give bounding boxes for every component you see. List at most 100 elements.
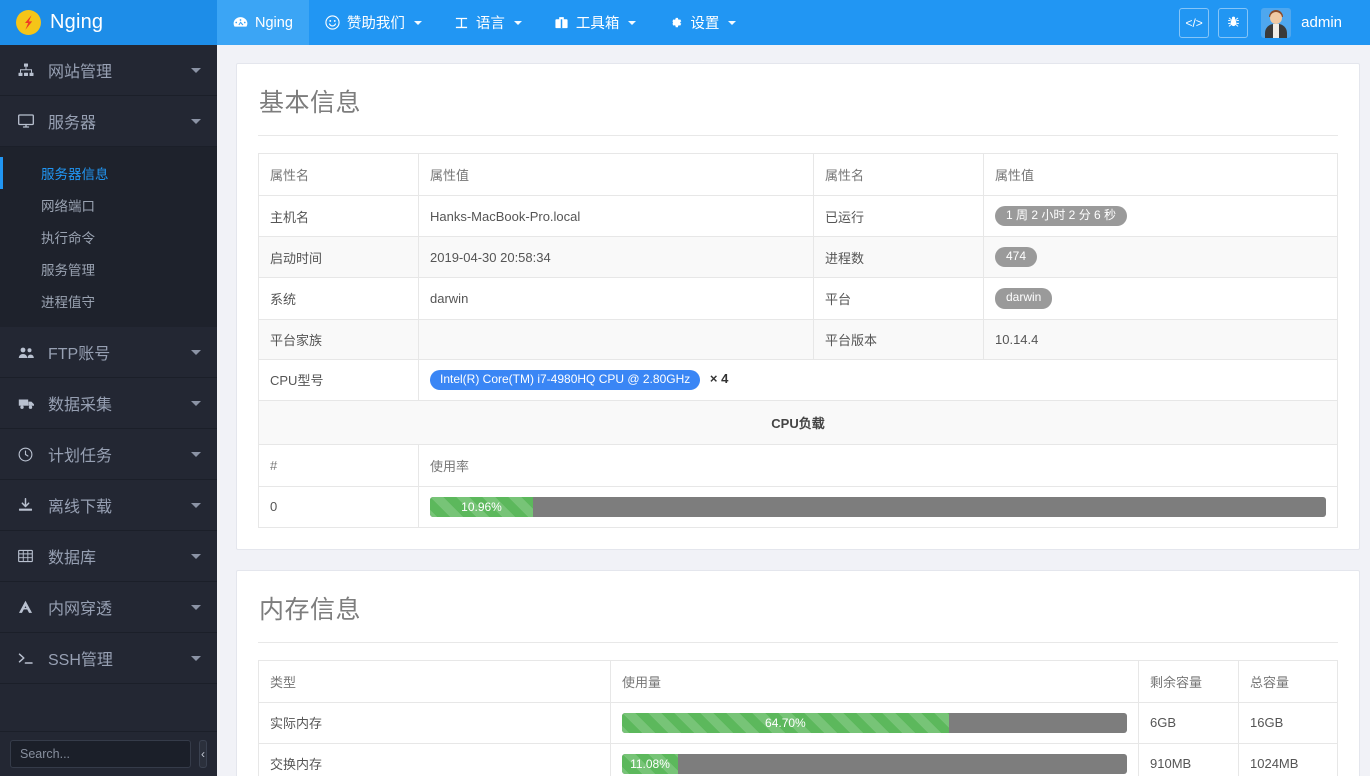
basic-info-table: 属性名 属性值 属性名 属性值 主机名 Hanks-MacBook-Pro.lo… <box>258 153 1338 528</box>
cell-key: 系统 <box>258 277 419 320</box>
table-header-row: 属性名 属性值 属性名 属性值 <box>258 153 1338 196</box>
sidebar-subitem-label: 服务管理 <box>41 263 95 278</box>
chevron-down-icon <box>191 118 201 124</box>
nav-item-language[interactable]: 语言 <box>438 0 538 45</box>
cpu-model-badge: Intel(R) Core(TM) i7-4980HQ CPU @ 2.80GH… <box>430 369 701 390</box>
code-view-button[interactable]: </> <box>1179 7 1210 38</box>
sidebar-item-label: 离线下载 <box>48 499 113 516</box>
table-icon <box>18 549 40 563</box>
sidebar-item-label: SSH管理 <box>48 652 113 669</box>
sidebar-scroll: 网站管理 服务器 服务器信息 网络端口 执行命令 服务管理 进程值守 FTP账号… <box>0 45 217 731</box>
desktop-icon <box>18 114 40 128</box>
table-header-row: 类型 使用量 剩余容量 总容量 <box>258 659 1338 703</box>
cpu-usage-cell: 10.96% <box>418 485 1338 528</box>
process-count-badge: 474 <box>995 247 1038 268</box>
code-icon: </> <box>1185 15 1203 30</box>
col-mem-type: 类型 <box>258 659 611 703</box>
sidebar-item-data-collection[interactable]: 数据采集 <box>0 378 217 429</box>
sidebar-item-offline-download[interactable]: 离线下载 <box>0 480 217 531</box>
user-name: admin <box>1301 14 1342 31</box>
sidebar-subitem-process-watch[interactable]: 进程值守 <box>0 285 217 317</box>
sidebar-submenu-server: 服务器信息 网络端口 执行命令 服务管理 进程值守 <box>0 147 217 327</box>
chevron-down-icon <box>191 400 201 406</box>
sidebar-item-ftp-account[interactable]: FTP账号 <box>0 327 217 378</box>
platform-badge: darwin <box>995 288 1053 309</box>
sidebar-subitem-label: 执行命令 <box>41 231 95 246</box>
chevron-left-icon: ‹ <box>201 747 205 761</box>
sidebar-item-label: 计划任务 <box>48 448 113 465</box>
chevron-down-icon <box>191 451 201 457</box>
chevron-down-icon <box>191 67 201 73</box>
table-row: 主机名 Hanks-MacBook-Pro.local 已运行 1 周 2 小时… <box>258 194 1338 238</box>
brand-logo-area[interactable]: Nging <box>0 0 217 45</box>
nav-item-toolbox[interactable]: 工具箱 <box>538 0 653 45</box>
col-attr-name-1: 属性名 <box>258 153 419 196</box>
smiley-icon <box>325 15 340 30</box>
col-mem-total: 总容量 <box>1238 659 1338 703</box>
memory-usage-percent: 64.70% <box>765 715 806 730</box>
mem-usage-cell: 64.70% <box>610 701 1139 744</box>
sidebar-item-website-management[interactable]: 网站管理 <box>0 45 217 96</box>
nav-item-label: 语言 <box>475 16 505 32</box>
nav-item-label: 设置 <box>690 16 720 32</box>
sidebar-subitem-network-ports[interactable]: 网络端口 <box>0 189 217 221</box>
cell-value: 1 周 2 小时 2 分 6 秒 <box>983 194 1338 238</box>
memory-usage-progressbar-fill: 64.70% <box>622 712 949 733</box>
terminal-icon <box>18 652 40 665</box>
sidebar-item-scheduled-tasks[interactable]: 计划任务 <box>0 429 217 480</box>
sidebar-subitem-service-management[interactable]: 服务管理 <box>0 253 217 285</box>
memory-info-table: 类型 使用量 剩余容量 总容量 实际内存 64.70% 6GB 16GB 交换内… <box>258 659 1338 776</box>
chevron-down-icon <box>728 20 737 25</box>
download-icon <box>18 498 40 512</box>
nav-item-settings[interactable]: 设置 <box>652 0 752 45</box>
table-row: 系统 darwin 平台 darwin <box>258 277 1338 320</box>
table-row: 交换内存 11.08% 910MB 1024MB <box>258 742 1338 776</box>
truck-icon <box>18 397 40 410</box>
panel-memory-info: 内存信息 类型 使用量 剩余容量 总容量 实际内存 64.70% 6GB 16G… <box>236 569 1360 776</box>
sidebar-item-intranet-tunnel[interactable]: 内网穿透 <box>0 582 217 633</box>
nav-item-label: 工具箱 <box>575 16 620 32</box>
sidebar-item-label: 内网穿透 <box>48 601 113 618</box>
mem-total: 16GB <box>1238 701 1338 744</box>
cell-key: 平台版本 <box>813 318 984 360</box>
sidebar-subitem-label: 网络端口 <box>41 199 95 214</box>
bug-icon <box>1227 15 1240 31</box>
sidebar-subitem-label: 进程值守 <box>41 295 95 310</box>
main-content: 基本信息 属性名 属性值 属性名 属性值 主机名 Hanks-MacBook-P… <box>217 45 1370 776</box>
sidebar-subitem-exec-command[interactable]: 执行命令 <box>0 221 217 253</box>
col-cpu-index: # <box>258 443 419 487</box>
col-cpu-usage: 使用率 <box>418 443 1338 487</box>
cpu-load-title: CPU负载 <box>258 399 1338 445</box>
sidebar-item-server[interactable]: 服务器 <box>0 96 217 147</box>
sidebar-item-database[interactable]: 数据库 <box>0 531 217 582</box>
swap-usage-percent: 11.08% <box>630 756 670 771</box>
toolbox-icon <box>554 16 569 30</box>
sidebar-item-ssh-management[interactable]: SSH管理 <box>0 633 217 684</box>
cell-value: darwin <box>418 277 814 320</box>
user-menu[interactable]: admin <box>1261 7 1352 38</box>
cell-value: darwin <box>983 277 1338 320</box>
nav-item-label: Nging <box>255 14 293 31</box>
col-mem-free: 剩余容量 <box>1138 659 1239 703</box>
nav-item-nging[interactable]: Nging <box>217 0 309 45</box>
debug-button[interactable] <box>1218 7 1249 38</box>
brand-name: Nging <box>50 11 104 33</box>
sidebar-item-label: 数据采集 <box>48 397 113 414</box>
sidebar-subitem-label: 服务器信息 <box>41 167 109 182</box>
sidebar-collapse-button[interactable]: ‹ <box>199 740 207 768</box>
mem-type: 实际内存 <box>258 701 611 744</box>
table-row-cpu-0: 0 10.96% <box>258 485 1338 528</box>
table-row: 实际内存 64.70% 6GB 16GB <box>258 701 1338 744</box>
mem-type: 交换内存 <box>258 742 611 776</box>
cell-key: 主机名 <box>258 194 419 238</box>
mem-free: 910MB <box>1138 742 1239 776</box>
cell-value: Hanks-MacBook-Pro.local <box>418 194 814 238</box>
memory-usage-progressbar: 64.70% <box>622 712 1127 733</box>
gear-icon <box>668 15 683 30</box>
sidebar-subitem-server-info[interactable]: 服务器信息 <box>0 157 217 189</box>
col-mem-usage: 使用量 <box>610 659 1139 703</box>
table-row: 平台家族 平台版本 10.14.4 <box>258 318 1338 360</box>
col-attr-name-2: 属性名 <box>813 153 984 196</box>
search-input[interactable] <box>10 740 191 768</box>
nav-item-sponsor[interactable]: 赞助我们 <box>309 0 438 45</box>
